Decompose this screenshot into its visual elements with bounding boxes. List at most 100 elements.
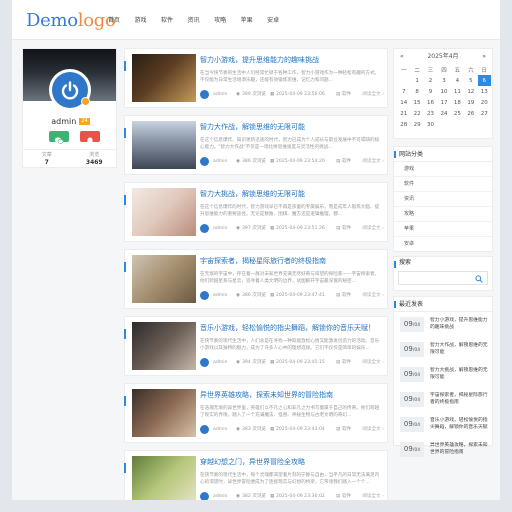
author-avatar[interactable] — [200, 90, 209, 99]
post-thumbnail[interactable] — [132, 121, 196, 169]
calendar-day[interactable]: 29 — [410, 119, 423, 130]
recent-post-title[interactable]: 智力大作战，解锁思维的无限可能 — [430, 342, 488, 356]
calendar-day[interactable]: 3 — [437, 75, 450, 86]
nav-apple[interactable]: 苹果 — [241, 17, 253, 25]
notification-button[interactable] — [80, 131, 100, 145]
author-avatar[interactable] — [200, 492, 209, 500]
calendar-day[interactable]: 5 — [464, 75, 477, 86]
post-author[interactable]: admin — [213, 159, 227, 165]
read-more-link[interactable]: 阅读全文 › — [362, 224, 384, 234]
post-thumbnail[interactable] — [132, 54, 196, 102]
calendar-day[interactable]: 15 — [410, 97, 423, 108]
nav-news[interactable]: 资讯 — [188, 17, 200, 25]
calendar-day[interactable]: 4 — [451, 75, 464, 86]
post-card[interactable]: 异世界英雄攻略，探索未知世界的冒险指南 在浩瀚无垠的异世界里，英雄们以不凡之心和… — [124, 383, 388, 443]
nav-games[interactable]: 游戏 — [135, 17, 147, 25]
post-author[interactable]: admin — [213, 494, 227, 500]
calendar-day[interactable]: 11 — [451, 86, 464, 97]
calendar-day[interactable]: 8 — [410, 86, 423, 97]
calendar-day[interactable]: 12 — [464, 86, 477, 97]
post-card[interactable]: 智力小游戏，提升思维能力的趣味挑战 在当今快节奏的生活中人们经常忙碌于各种工作，… — [124, 48, 388, 108]
post-title[interactable]: 智力小游戏，提升思维能力的趣味挑战 — [200, 56, 319, 65]
post-category[interactable]: 软件 — [342, 226, 351, 232]
calendar-day[interactable]: 9 — [424, 86, 437, 97]
calendar-day[interactable]: 23 — [424, 108, 437, 119]
post-category[interactable]: 软件 — [342, 293, 351, 299]
post-title[interactable]: 异世界英雄攻略，探索未知世界的冒险指南 — [200, 391, 333, 400]
category-android[interactable]: 安卓 — [394, 237, 492, 252]
calendar-day[interactable]: 24 — [437, 108, 450, 119]
post-author[interactable]: admin — [213, 92, 227, 98]
post-card[interactable]: 穿越幻想之门，异世界冒险全攻略 在快节奏的现代生活中，每个灵魂都渴望着片刻的宁静… — [124, 450, 388, 500]
author-avatar[interactable] — [200, 291, 209, 300]
calendar-day[interactable]: 20 — [478, 97, 491, 108]
category-software[interactable]: 软件 — [394, 177, 492, 192]
nav-home[interactable]: 首页 — [108, 17, 120, 25]
site-logo[interactable]: Demologo — [26, 10, 116, 32]
calendar-day[interactable]: 7 — [397, 86, 410, 97]
recent-post-item[interactable]: 09/04 宇宙探索者，揭秘星际旅行者的终极指南 — [394, 387, 492, 412]
calendar-day[interactable]: 13 — [478, 86, 491, 97]
calendar-day[interactable]: 25 — [451, 108, 464, 119]
post-title[interactable]: 智力大作战，解锁思维的无限可能 — [200, 123, 305, 132]
recent-post-item[interactable]: 09/04 异世界英雄攻略，探索未知世界的冒险指南 — [394, 437, 492, 462]
recent-post-item[interactable]: 09/04 智力大挑战，解锁思维的无限可能 — [394, 362, 492, 387]
calendar-day-today[interactable]: 6 — [477, 75, 491, 86]
post-thumbnail[interactable] — [132, 389, 196, 437]
recent-post-title[interactable]: 音乐小游戏，轻松愉悦的指尖舞蹈，解锁你的音乐天赋 — [430, 417, 488, 431]
calendar-day[interactable]: 19 — [464, 97, 477, 108]
calendar-day[interactable]: 10 — [437, 86, 450, 97]
recent-post-item[interactable]: 09/04 智力小游戏，提升思维能力的趣味挑战 — [394, 312, 492, 337]
author-avatar[interactable] — [200, 224, 209, 233]
calendar-day[interactable]: 26 — [464, 108, 477, 119]
post-thumbnail[interactable] — [132, 188, 196, 236]
post-category[interactable]: 软件 — [342, 427, 351, 433]
post-card[interactable]: 宇宙探索者，揭秘星际旅行者的终极指南 在无垠的宇宙中，存在着一群对未知世界充满无… — [124, 249, 388, 309]
search-icon[interactable] — [475, 275, 483, 283]
post-card[interactable]: 音乐小游戏，轻松愉悦的指尖舞蹈，解锁你的音乐天赋！ 在快节奏的现代生活中，人们总… — [124, 316, 388, 376]
calendar-day[interactable]: 17 — [437, 97, 450, 108]
post-card[interactable]: 智力大作战，解锁思维的无限可能 在这个信息爆炸、知识更新迅速的时代，智力已成为个… — [124, 115, 388, 175]
category-guides[interactable]: 攻略 — [394, 207, 492, 222]
post-title[interactable]: 智力大挑战，解锁思维的无限可能 — [200, 190, 305, 199]
calendar-day[interactable]: 18 — [451, 97, 464, 108]
calendar-day[interactable]: 2 — [424, 75, 437, 86]
calendar-day[interactable]: 16 — [424, 97, 437, 108]
search-input[interactable] — [399, 280, 479, 292]
read-more-link[interactable]: 阅读全文 › — [362, 358, 384, 368]
calendar-day[interactable]: 22 — [410, 108, 423, 119]
post-category[interactable]: 软件 — [342, 92, 351, 98]
category-news[interactable]: 资讯 — [394, 192, 492, 207]
calendar-day[interactable]: 1 — [410, 75, 423, 86]
avatar[interactable] — [49, 69, 91, 111]
stat-articles[interactable]: 文章 7 — [23, 152, 71, 166]
recent-post-title[interactable]: 宇宙探索者，揭秘星际旅行者的终极指南 — [430, 392, 488, 406]
post-thumbnail[interactable] — [132, 322, 196, 370]
read-more-link[interactable]: 阅读全文 › — [362, 90, 384, 100]
calendar-day[interactable]: 30 — [424, 119, 437, 130]
calendar-day[interactable]: 21 — [397, 108, 410, 119]
post-title[interactable]: 宇宙探索者，揭秘星际旅行者的终极指南 — [200, 257, 326, 266]
recent-post-title[interactable]: 智力小游戏，提升思维能力的趣味挑战 — [430, 317, 488, 331]
post-author[interactable]: admin — [213, 427, 227, 433]
post-category[interactable]: 软件 — [342, 360, 351, 366]
nav-software[interactable]: 软件 — [161, 17, 173, 25]
post-author[interactable]: admin — [213, 360, 227, 366]
post-category[interactable]: 软件 — [342, 159, 351, 165]
read-more-link[interactable]: 阅读全文 › — [362, 425, 384, 435]
post-card[interactable]: 智力大挑战，解锁思维的无限可能 在这个信息爆炸的时代，智力游戏早已不再是孩童的专… — [124, 182, 388, 242]
nav-guides[interactable]: 攻略 — [214, 17, 226, 25]
read-more-link[interactable]: 阅读全文 › — [362, 291, 384, 301]
recent-post-title[interactable]: 智力大挑战，解锁思维的无限可能 — [430, 367, 488, 381]
recent-post-item[interactable]: 09/04 音乐小游戏，轻松愉悦的指尖舞蹈，解锁你的音乐天赋 — [394, 412, 492, 437]
post-thumbnail[interactable] — [132, 255, 196, 303]
read-more-link[interactable]: 阅读全文 › — [362, 157, 384, 167]
recent-post-item[interactable]: 09/04 智力大作战，解锁思维的无限可能 — [394, 337, 492, 362]
post-title[interactable]: 音乐小游戏，轻松愉悦的指尖舞蹈，解锁你的音乐天赋！ — [200, 324, 375, 333]
post-thumbnail[interactable] — [132, 456, 196, 500]
category-apple[interactable]: 苹果 — [394, 222, 492, 237]
author-avatar[interactable] — [200, 157, 209, 166]
calendar-day[interactable]: 28 — [397, 119, 410, 130]
read-more-link[interactable]: 阅读全文 › — [362, 492, 384, 500]
post-author[interactable]: admin — [213, 226, 227, 232]
